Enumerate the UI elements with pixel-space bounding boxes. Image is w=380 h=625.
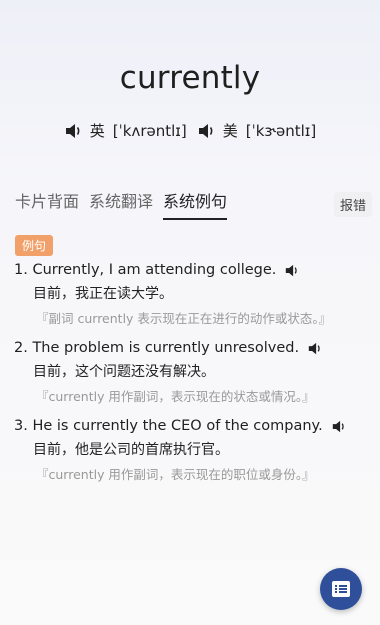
notes-fab-button[interactable] <box>320 568 362 610</box>
tab-system-examples[interactable]: 系统例句 <box>163 188 228 220</box>
pronunciation-ipa: [ˈkʌrəntlɪ] <box>112 121 187 140</box>
example-chinese: 目前，这个问题还没有解决。 <box>33 364 215 380</box>
example-item: 2. The problem is currently unresolved. … <box>14 340 370 405</box>
speaker-icon[interactable] <box>331 420 346 433</box>
pronunciation-region: 美 <box>222 122 238 140</box>
tab-bar: 卡片背面 系统翻译 系统例句 <box>15 188 228 220</box>
example-english: 3. He is currently the CEO of the compan… <box>14 418 370 434</box>
example-text: 2. The problem is currently unresolved. <box>14 340 300 356</box>
example-note: 『副词 currently 表示现在正在进行的动作或状态。』 <box>36 311 332 326</box>
pronunciation-uk[interactable]: 英 [ˈkʌrəntlɪ] <box>64 120 187 141</box>
example-chinese: 目前，我正在读大学。 <box>33 286 173 302</box>
example-text: 1. Currently, I am attending college. <box>14 262 277 278</box>
speaker-icon[interactable] <box>64 123 82 139</box>
speaker-icon[interactable] <box>307 342 322 355</box>
tab-card-back[interactable]: 卡片背面 <box>15 188 79 220</box>
example-list: 1. Currently, I am attending college. 目前… <box>14 262 370 496</box>
pronunciation-us[interactable]: 美 [ˈkɝəntlɪ] <box>197 120 317 141</box>
pronunciation-region: 英 <box>89 122 105 140</box>
headword: currently <box>119 60 261 96</box>
notes-list-icon <box>332 581 350 597</box>
example-item: 3. He is currently the CEO of the compan… <box>14 418 370 483</box>
pronunciation-row: 英 [ˈkʌrəntlɪ] 美 [ˈkɝəntlɪ] <box>0 120 380 141</box>
speaker-icon[interactable] <box>284 264 299 277</box>
example-english: 2. The problem is currently unresolved. <box>14 340 370 356</box>
example-english: 1. Currently, I am attending college. <box>14 262 370 278</box>
example-item: 1. Currently, I am attending college. 目前… <box>14 262 370 327</box>
pronunciation-ipa: [ˈkɝəntlɪ] <box>245 121 317 140</box>
example-note: 『currently 用作副词，表示现在的状态或情况。』 <box>36 389 315 404</box>
section-badge: 例句 <box>15 235 54 256</box>
example-note: 『currently 用作副词，表示现在的职位或身份。』 <box>36 467 315 482</box>
report-error-button[interactable]: 报错 <box>333 192 372 217</box>
example-chinese: 目前，他是公司的首席执行官。 <box>33 442 229 458</box>
tab-system-translation[interactable]: 系统翻译 <box>89 188 153 220</box>
speaker-icon[interactable] <box>197 123 215 139</box>
example-text: 3. He is currently the CEO of the compan… <box>14 418 323 434</box>
